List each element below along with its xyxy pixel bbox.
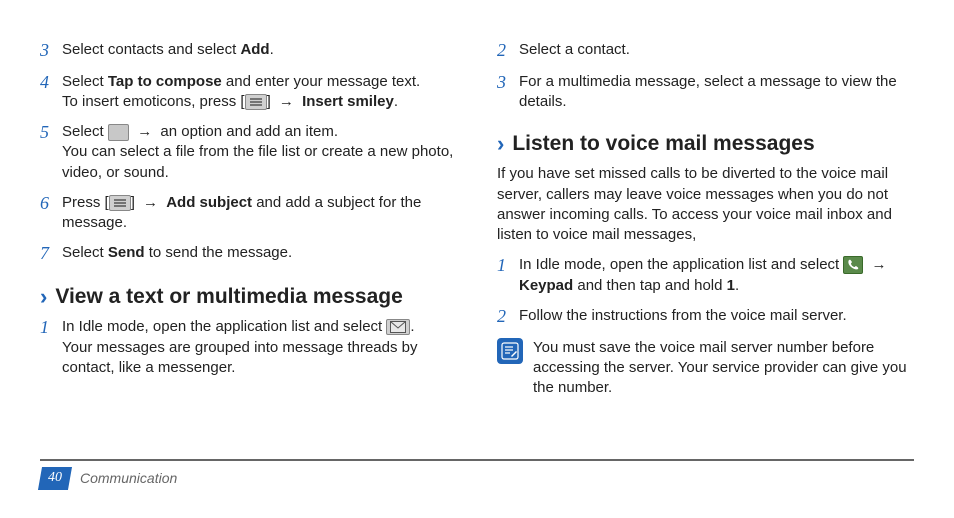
heading-text: Listen to voice mail messages [512,130,814,158]
step-number: 1 [497,255,519,296]
step: 3For a multimedia message, select a mess… [497,72,914,113]
note-block: You must save the voice mail server numb… [497,338,914,399]
step-number: 2 [497,40,519,62]
chevron-icon: › [40,286,47,308]
attach-icon [108,124,129,141]
step-number: 7 [40,243,62,265]
page-number: 40 [38,467,72,490]
note-icon [497,338,523,364]
phone-icon [843,256,863,274]
step-body: Select contacts and select Add. [62,40,457,62]
step-body: In Idle mode, open the application list … [519,255,914,296]
section-name: Communication [80,469,177,488]
step: 3Select contacts and select Add. [40,40,457,62]
step-number: 1 [40,317,62,378]
intro-text: If you have set missed calls to be diver… [497,164,914,245]
envelope-icon [386,319,410,335]
step-number: 5 [40,122,62,183]
menu-icon [245,94,267,110]
heading-view-message: › View a text or multimedia message [40,283,457,311]
left-column: 3Select contacts and select Add.4Select … [40,40,457,518]
step-number: 2 [497,306,519,328]
step-number: 4 [40,72,62,113]
step-body: Select Tap to compose and enter your mes… [62,72,457,113]
step-body: Select a contact. [519,40,914,62]
step-body: Select → an option and add an item.You c… [62,122,457,183]
chevron-icon: › [497,133,504,155]
step-number: 3 [40,40,62,62]
step-body: Select Send to send the message. [62,243,457,265]
step: 1In Idle mode, open the application list… [497,255,914,296]
step: 6Press [] → Add subject and add a subjec… [40,193,457,234]
step-body: Press [] → Add subject and add a subject… [62,193,457,234]
page-footer: 40 Communication [40,451,914,490]
step: 2Select a contact. [497,40,914,62]
heading-text: View a text or multimedia message [55,283,402,311]
step-body: For a multimedia message, select a messa… [519,72,914,113]
step: 2Follow the instructions from the voice … [497,306,914,328]
step: 1In Idle mode, open the application list… [40,317,457,378]
step: 7Select Send to send the message. [40,243,457,265]
step: 5Select → an option and add an item.You … [40,122,457,183]
step: 4Select Tap to compose and enter your me… [40,72,457,113]
heading-voice-mail: › Listen to voice mail messages [497,130,914,158]
step-body: Follow the instructions from the voice m… [519,306,914,328]
step-number: 6 [40,193,62,234]
note-text: You must save the voice mail server numb… [533,338,914,399]
right-column: 2Select a contact.3For a multimedia mess… [497,40,914,518]
menu-icon [109,195,131,211]
page: 3Select contacts and select Add.4Select … [0,0,954,518]
step-body: In Idle mode, open the application list … [62,317,457,378]
step-number: 3 [497,72,519,113]
